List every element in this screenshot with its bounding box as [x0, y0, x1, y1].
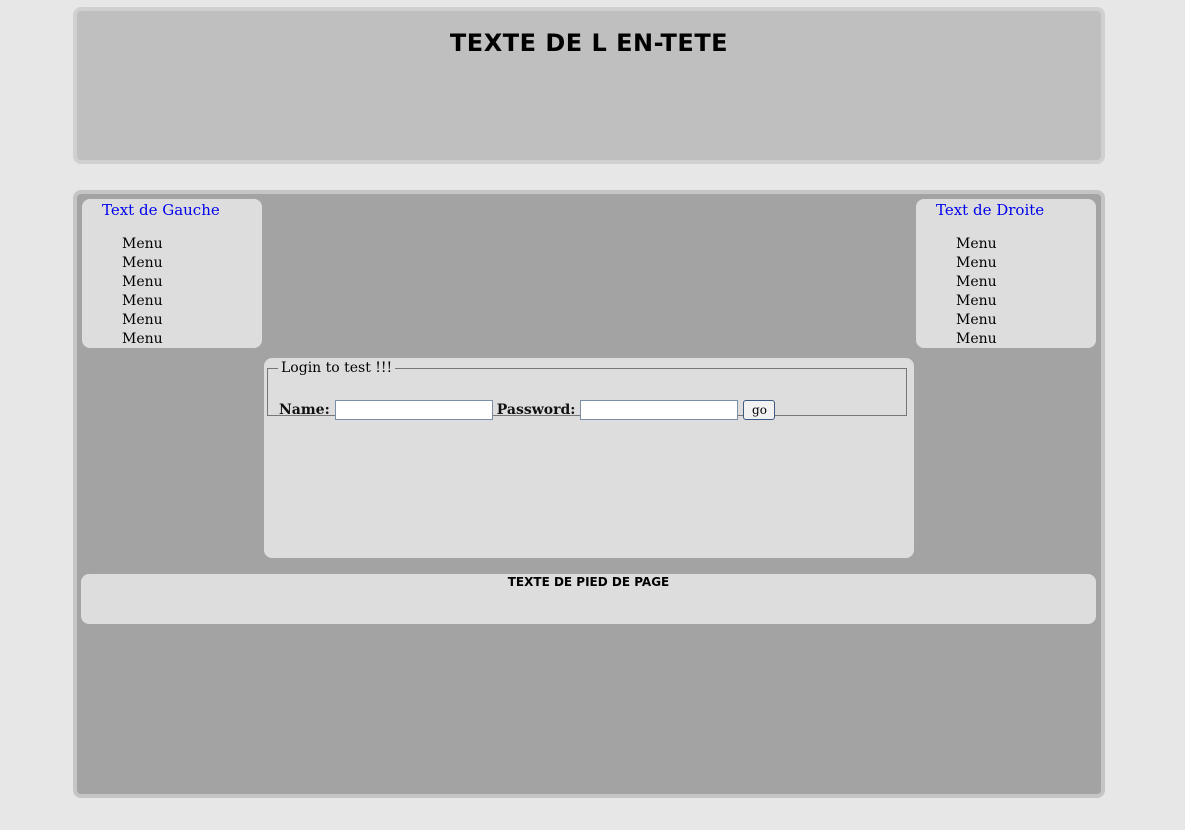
right-menu-item[interactable]: Menu: [956, 273, 997, 292]
left-menu-item[interactable]: Menu: [122, 254, 163, 273]
go-button[interactable]: go: [743, 400, 776, 420]
footer-text: TEXTE DE PIED DE PAGE: [507, 575, 670, 589]
left-menu-item[interactable]: Menu: [122, 235, 163, 254]
right-menu-item[interactable]: Menu: [956, 311, 997, 330]
right-menu-list: Menu Menu Menu Menu Menu Menu: [956, 235, 997, 349]
left-menu-item[interactable]: Menu: [122, 330, 163, 349]
name-label: Name:: [279, 402, 330, 418]
right-sidebar-title: Text de Droite: [936, 201, 1045, 219]
left-menu-list: Menu Menu Menu Menu Menu Menu: [122, 235, 163, 349]
login-form: Login to test !!! Name: Password: go: [267, 360, 907, 420]
page-header: TEXTE DE L EN-TETE: [73, 7, 1105, 164]
login-row: Name: Password: go: [279, 400, 776, 420]
left-sidebar-title: Text de Gauche: [102, 201, 220, 219]
password-label: Password:: [496, 402, 576, 418]
right-menu-item[interactable]: Menu: [956, 292, 997, 311]
right-menu-item[interactable]: Menu: [956, 235, 997, 254]
login-legend: Login to test !!!: [281, 360, 393, 376]
right-sidebar: Text de Droite Menu Menu Menu Menu Menu …: [916, 199, 1096, 348]
password-input[interactable]: [580, 400, 739, 420]
header-title: TEXTE DE L EN-TETE: [449, 29, 729, 57]
page-footer: TEXTE DE PIED DE PAGE: [81, 574, 1096, 624]
name-input[interactable]: [334, 400, 493, 420]
content-panel: Login to test !!! Name: Password: go: [264, 358, 914, 558]
main-container: Text de Gauche Menu Menu Menu Menu Menu …: [73, 190, 1105, 798]
right-menu-item[interactable]: Menu: [956, 254, 997, 273]
right-menu-item[interactable]: Menu: [956, 330, 997, 349]
left-sidebar: Text de Gauche Menu Menu Menu Menu Menu …: [82, 199, 262, 348]
left-menu-item[interactable]: Menu: [122, 292, 163, 311]
left-menu-item[interactable]: Menu: [122, 311, 163, 330]
left-menu-item[interactable]: Menu: [122, 273, 163, 292]
